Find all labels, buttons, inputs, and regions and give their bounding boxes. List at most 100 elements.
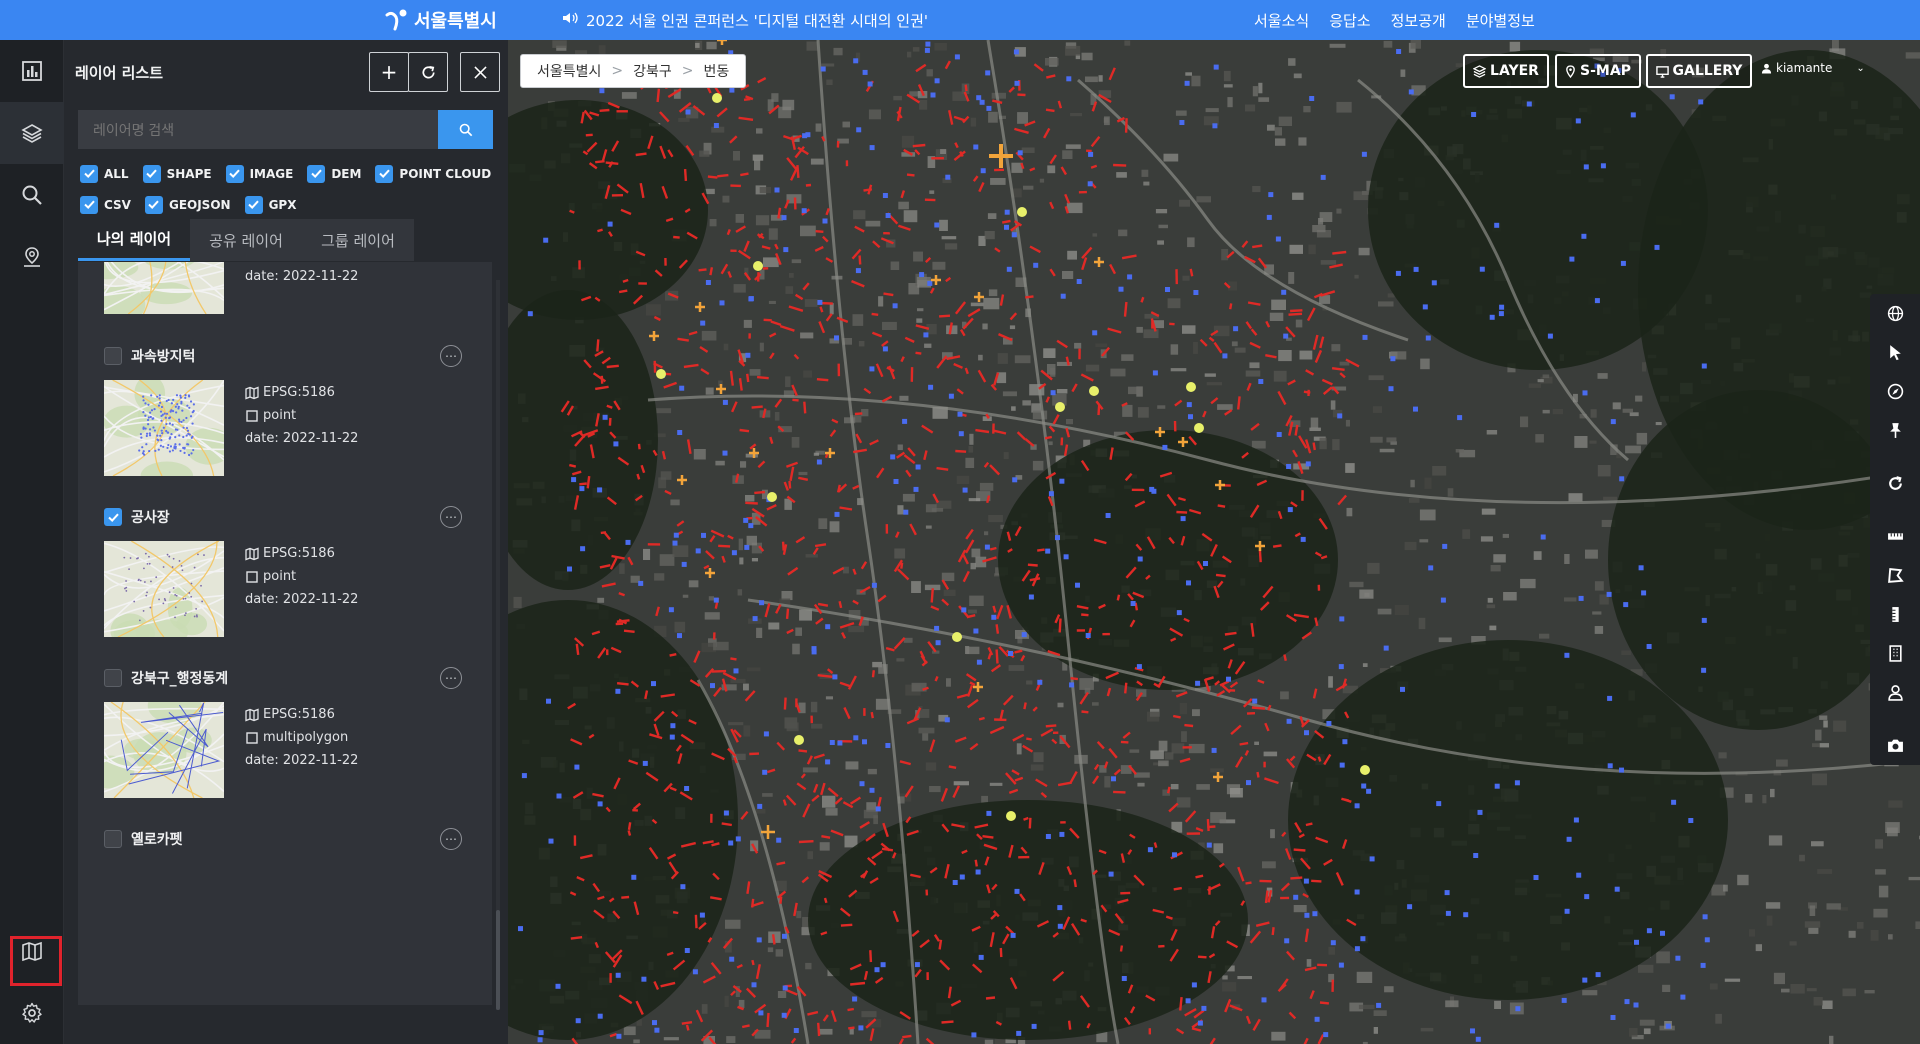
layer-thumbnail-map (104, 702, 224, 798)
filter-image[interactable]: IMAGE (225, 164, 294, 183)
smap-button[interactable]: S-MAP (1555, 54, 1641, 88)
rail-location[interactable] (0, 226, 64, 288)
breadcrumb-city[interactable]: 서울특별시 (537, 61, 601, 81)
layer-visibility-checkbox[interactable] (104, 669, 122, 687)
layer-visibility-checkbox[interactable] (104, 830, 122, 848)
map-icon (245, 708, 259, 721)
map-icon (245, 386, 259, 399)
rail-search[interactable] (0, 164, 64, 226)
filter-checkbox[interactable] (307, 164, 326, 183)
filter-csv[interactable]: CSV (80, 195, 131, 214)
layer-date: date: 2022-11-22 (245, 592, 358, 607)
layer-panel: 레이어 리스트 + ALL SHAPE IMAGE DEM POINT CLOUD CS… (64, 40, 508, 1044)
tool-pin[interactable] (1870, 411, 1920, 450)
filter-row-2: CSV GEOJSON GPX (80, 189, 500, 220)
filter-label: ALL (104, 166, 129, 181)
tool-building[interactable] (1870, 634, 1920, 673)
layer-visibility-checkbox[interactable] (104, 508, 122, 526)
layer-epsg: EPSG:5186 (245, 385, 335, 400)
user-menu[interactable]: kiamante ⌄ (1761, 61, 1865, 75)
filter-checkbox[interactable] (80, 195, 98, 214)
filter-shape[interactable]: SHAPE (142, 164, 212, 183)
layer-search-button[interactable] (438, 110, 493, 149)
thumbtack-icon (1889, 423, 1901, 438)
layer-thumbnail-map (104, 541, 224, 637)
tool-ruler[interactable] (1870, 517, 1920, 556)
search-icon (22, 185, 42, 205)
layer-list-scroll-thumb[interactable] (496, 910, 500, 1010)
toolbar-gap (1870, 450, 1920, 464)
seoul-logo[interactable]: 서울특별시 (384, 5, 497, 35)
tool-height[interactable] (1870, 595, 1920, 634)
tool-compass[interactable] (1870, 372, 1920, 411)
filter-checkbox[interactable] (225, 164, 244, 183)
breadcrumb: 서울특별시 > 강북구 > 번동 (520, 54, 747, 88)
close-panel-button[interactable] (460, 52, 500, 92)
filter-all[interactable]: ALL (80, 164, 129, 183)
tool-capture[interactable] (1870, 726, 1920, 765)
menu-eungdapso[interactable]: 응답소 (1329, 10, 1370, 31)
chevron-right-icon: > (681, 63, 694, 79)
filter-dem[interactable]: DEM (307, 164, 361, 183)
tab-group-layers[interactable]: 그룹 레이어 (302, 219, 414, 261)
geometry-square-icon (246, 570, 258, 583)
layer-search-input[interactable] (78, 110, 440, 149)
layer-button-label: LAYER (1490, 63, 1539, 79)
layer-name: 강북구_행정동계 (131, 671, 229, 687)
person-icon (1887, 685, 1903, 701)
layer-date: date: 2022-11-22 (245, 269, 358, 284)
more-options-icon[interactable]: ⋯ (440, 345, 462, 367)
smap-button-label: S-MAP (1580, 63, 1631, 79)
menu-seoul-news[interactable]: 서울소식 (1254, 10, 1309, 31)
filter-label: POINT CLOUD (399, 166, 492, 181)
layer-visibility-checkbox[interactable] (104, 347, 122, 365)
add-layer-button[interactable]: + (369, 52, 409, 92)
filter-geojson[interactable]: GEOJSON (144, 195, 231, 214)
tab-shared-layers[interactable]: 공유 레이어 (190, 219, 302, 261)
layer-thumbnail-map (104, 262, 224, 314)
notice-banner[interactable]: 2022 서울 인권 콘퍼런스 '디지털 대전환 시대의 인권' (562, 0, 928, 40)
geometry-square-icon (246, 731, 258, 744)
layer-card[interactable]: 옐로카펫 ⋯ (78, 811, 492, 1005)
rail-layers[interactable] (0, 102, 64, 164)
gallery-button-label: GALLERY (1672, 63, 1743, 79)
filter-label: GPX (268, 197, 297, 212)
satellite-map[interactable] (508, 40, 1920, 1044)
layer-epsg: EPSG:5186 (245, 707, 335, 722)
more-options-icon[interactable]: ⋯ (440, 506, 462, 528)
filter-point-cloud[interactable]: POINT CLOUD (375, 164, 492, 183)
filter-checkbox[interactable] (142, 164, 161, 183)
tool-area[interactable] (1870, 556, 1920, 595)
tool-select[interactable] (1870, 333, 1920, 372)
layer-epsg: EPSG:5186 (245, 546, 335, 561)
rail-settings[interactable] (0, 982, 64, 1044)
menu-field-info[interactable]: 분야별정보 (1466, 10, 1535, 31)
speaker-icon (562, 11, 580, 29)
rail-dashboard[interactable] (0, 40, 64, 102)
layer-list-scrollbar[interactable] (496, 280, 500, 1010)
filter-checkbox[interactable] (244, 195, 263, 214)
more-options-icon[interactable]: ⋯ (440, 828, 462, 850)
tool-person[interactable] (1870, 673, 1920, 712)
layer-button[interactable]: LAYER (1463, 54, 1549, 88)
breadcrumb-district[interactable]: 강북구 (633, 61, 672, 81)
gallery-button[interactable]: GALLERY (1646, 54, 1752, 88)
geometry-square-icon (246, 409, 258, 422)
filter-label: IMAGE (249, 166, 294, 181)
tool-globe[interactable] (1870, 294, 1920, 333)
menu-info-disclosure[interactable]: 정보공개 (1391, 10, 1446, 31)
filter-checkbox[interactable] (375, 164, 394, 183)
filter-checkbox[interactable] (80, 164, 98, 183)
filter-checkbox[interactable] (144, 195, 163, 214)
more-options-icon[interactable]: ⋯ (440, 667, 462, 689)
monitor-icon (1655, 65, 1669, 78)
top-menu: 서울소식 응답소 정보공개 분야별정보 (1254, 0, 1535, 40)
layer-thumbnail (104, 702, 224, 798)
breadcrumb-dong[interactable]: 번동 (704, 61, 730, 81)
map-view[interactable]: 서울특별시 > 강북구 > 번동 LAYER S-MAP GALLERY kia… (508, 40, 1920, 1044)
layer-tabs: 나의 레이어 공유 레이어 그룹 레이어 (78, 219, 414, 261)
filter-gpx[interactable]: GPX (244, 195, 297, 214)
tool-reset[interactable] (1870, 464, 1920, 503)
refresh-button[interactable] (408, 52, 448, 92)
tab-my-layers[interactable]: 나의 레이어 (78, 219, 190, 261)
